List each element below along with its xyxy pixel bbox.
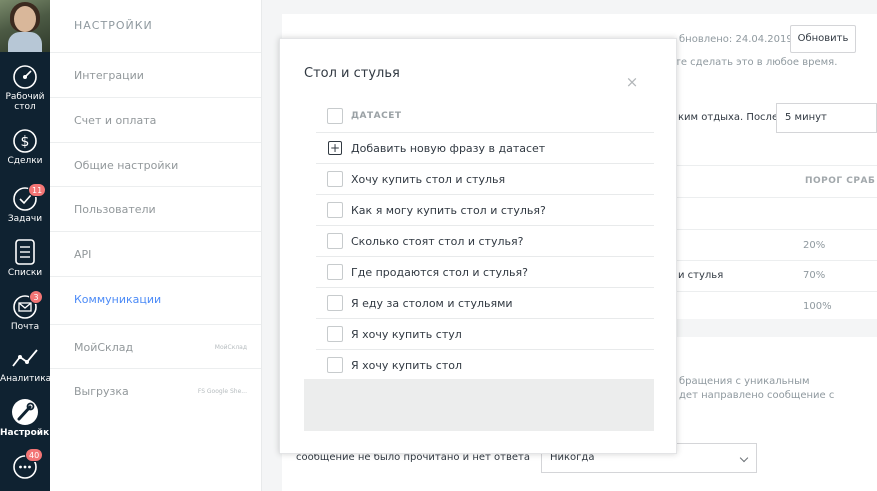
menu-item-moysklad[interactable]: МойСклад МойСклад <box>50 324 261 369</box>
chart-line-icon <box>12 349 38 367</box>
phrase-text: Хочу купить стол и стулья <box>351 173 506 186</box>
chats-count-badge: 40 <box>25 448 44 462</box>
phrase-checkbox[interactable] <box>327 357 343 373</box>
rail-label: Почта <box>10 322 40 332</box>
phrase-checkbox[interactable] <box>327 171 343 187</box>
threshold-value: 20% <box>803 240 826 251</box>
list-item: Я хочу купить стул <box>316 319 654 350</box>
phrase-text: Я хочу купить стул <box>351 328 462 341</box>
rail-label: Рабочий стол <box>5 92 45 112</box>
rail-label: Аналитика <box>0 374 52 384</box>
list-item: Сколько стоят стол и стулья? <box>316 226 654 257</box>
updated-date-text: бновлено: 24.04.2019 <box>679 34 793 45</box>
add-phrase-row[interactable]: + Добавить новую фразу в датасет <box>316 133 654 164</box>
divider <box>677 165 877 166</box>
list-item: Хочу купить стол и стулья <box>316 164 654 195</box>
plus-icon[interactable]: + <box>328 141 342 155</box>
dollar-icon: $ <box>13 129 37 153</box>
svg-text:$: $ <box>21 134 30 150</box>
phrase-checkbox[interactable] <box>327 264 343 280</box>
phrase-text: Где продаются стол и стулья? <box>351 266 528 279</box>
divider <box>677 197 877 198</box>
mail-count-badge: 3 <box>29 290 43 304</box>
close-icon[interactable]: × <box>625 75 639 90</box>
dataset-column-header: ДАТАСЕТ <box>351 111 402 121</box>
phrase-checkbox[interactable] <box>327 233 343 249</box>
rail-item-dashboard[interactable]: Рабочий стол <box>0 64 50 112</box>
divider <box>677 229 877 230</box>
phrase-text: Я хочу купить стол <box>351 359 462 372</box>
menu-item-label: Пользователи <box>74 203 156 216</box>
phrase-checkbox[interactable] <box>327 202 343 218</box>
refresh-button[interactable]: Обновить <box>790 25 856 53</box>
menu-item-label: Счет и оплата <box>74 114 157 127</box>
rail-item-tasks[interactable]: Задачи 11 <box>0 183 50 224</box>
rail-label: Задачи <box>7 214 43 224</box>
wrench-icon <box>12 399 38 425</box>
avatar[interactable] <box>0 0 50 52</box>
phrase-list: ДАТАСЕТ + Добавить новую фразу в датасет… <box>316 101 654 381</box>
threshold-value: 100% <box>803 301 832 312</box>
modal-title: Стол и стулья <box>304 66 400 81</box>
menu-item-general[interactable]: Общие настройки <box>50 142 261 187</box>
list-header: ДАТАСЕТ <box>316 101 654 133</box>
modal-footer-area <box>304 379 654 431</box>
menu-item-label: API <box>74 248 92 261</box>
dataset-modal: Стол и стулья × ДАТАСЕТ + Добавить новую… <box>279 38 677 454</box>
phrase-text: Я еду за столом и стульями <box>351 297 513 310</box>
phrase-checkbox[interactable] <box>327 326 343 342</box>
rail-item-chats[interactable]: 40 <box>0 448 50 482</box>
menu-item-sub: МойСклад <box>214 344 247 351</box>
list-item: Я хочу купить стол <box>316 350 654 381</box>
menu-item-sub: FS Google She... <box>197 388 247 395</box>
rail-label: Настройки <box>0 428 56 438</box>
menu-item-export[interactable]: Выгрузка FS Google She... <box>50 368 261 413</box>
rail-item-lists[interactable]: Списки <box>0 238 50 278</box>
menu-item-api[interactable]: API <box>50 231 261 276</box>
menu-item-integrations[interactable]: Интеграции <box>50 52 261 97</box>
menu-item-billing[interactable]: Счет и оплата <box>50 97 261 142</box>
speedometer-icon <box>13 65 37 89</box>
menu-item-label: Коммуникации <box>74 293 162 306</box>
select-all-checkbox[interactable] <box>327 108 343 124</box>
rail-item-mail[interactable]: Почта 3 <box>0 290 50 332</box>
phrase-checkbox[interactable] <box>327 295 343 311</box>
tasks-count-badge: 11 <box>28 183 47 197</box>
phrase-text: Сколько стоят стол и стулья? <box>351 235 524 248</box>
phrase-text: Как я могу купить стол и стулья? <box>351 204 546 217</box>
rail-item-analytics[interactable]: Аналитика <box>0 346 52 384</box>
list-item: Как я могу купить стол и стулья? <box>316 195 654 226</box>
hint-text: те сделать это в любое время. <box>675 57 838 68</box>
unique-text-1: бращения с уникальным <box>679 376 810 387</box>
rail-item-deals[interactable]: $ Сделки <box>0 128 50 166</box>
threshold-value: 70% <box>803 270 826 281</box>
menu-item-label: МойСклад <box>74 341 134 354</box>
select-value: 5 минут <box>785 112 827 123</box>
phrase-fragment: и стулья <box>678 270 724 281</box>
list-item: Где продаются стол и стулья? <box>316 257 654 288</box>
left-nav-rail: Рабочий стол $ Сделки Задачи 11 Списки П… <box>0 0 56 491</box>
rail-item-settings[interactable]: Настройки <box>0 398 56 438</box>
add-phrase-link[interactable]: Добавить новую фразу в датасет <box>351 133 545 164</box>
chevron-down-icon <box>739 453 749 463</box>
settings-menu: НАСТРОЙКИ Интеграции Счет и оплата Общие… <box>50 0 262 491</box>
menu-title: НАСТРОЙКИ <box>74 19 153 32</box>
menu-item-communications[interactable]: Коммуникации <box>50 276 261 321</box>
menu-item-label: Общие настройки <box>74 159 179 172</box>
menu-item-label: Интеграции <box>74 69 144 82</box>
list-item: Я еду за столом и стульями <box>316 288 654 319</box>
threshold-header: ПОРОГ СРАБ <box>805 176 876 186</box>
rest-mode-text: ким отдыха. После <box>678 112 779 123</box>
rest-duration-select[interactable]: 5 минут <box>776 103 877 133</box>
menu-item-users[interactable]: Пользователи <box>50 186 261 231</box>
rail-label: Списки <box>7 268 43 278</box>
list-icon <box>15 239 35 265</box>
unique-text-2: дет направлено сообщение с <box>679 390 835 401</box>
divider <box>677 260 877 261</box>
divider <box>677 291 877 292</box>
menu-item-label: Выгрузка <box>74 385 129 398</box>
rail-label: Сделки <box>7 156 43 166</box>
